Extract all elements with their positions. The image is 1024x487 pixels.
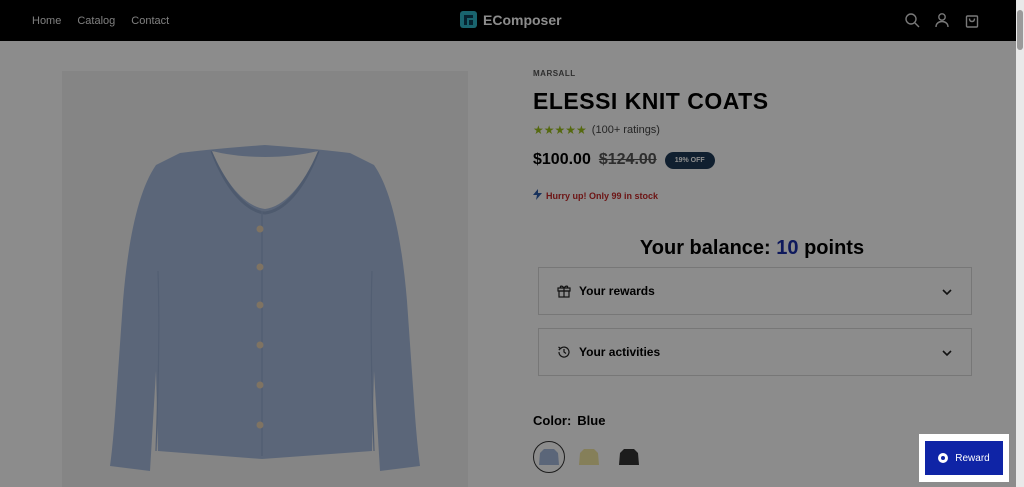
scrollbar-thumb[interactable]: [1017, 10, 1023, 50]
reward-icon: [938, 453, 949, 463]
reward-button-label: Reward: [955, 452, 990, 464]
reward-button[interactable]: Reward: [925, 441, 1003, 475]
reward-launcher-highlight: Reward: [919, 434, 1009, 482]
page-scrollbar[interactable]: [1016, 0, 1024, 487]
modal-overlay[interactable]: [0, 0, 1024, 487]
